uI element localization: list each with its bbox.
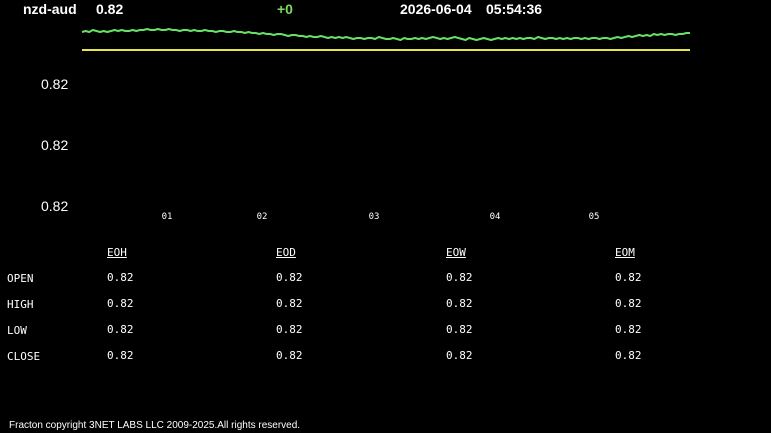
y-tick-label: 0.82 <box>41 198 69 214</box>
row-label-high: HIGH <box>7 298 34 311</box>
column-header-eow: EOW <box>446 246 466 259</box>
x-tick-label: 03 <box>368 212 380 222</box>
table-cell: 0.82 <box>446 271 473 284</box>
table-cell: 0.82 <box>107 271 134 284</box>
table-cell: 0.82 <box>276 323 303 336</box>
column-header-eoh: EOH <box>107 246 127 259</box>
table-cell: 0.82 <box>107 297 134 310</box>
table-cell: 0.82 <box>615 349 642 362</box>
table-cell: 0.82 <box>615 271 642 284</box>
column-header-eom: EOM <box>615 246 635 259</box>
x-tick-label: 02 <box>256 212 268 222</box>
x-tick-label: 01 <box>161 212 173 222</box>
x-tick-label: 04 <box>489 212 501 222</box>
table-cell: 0.82 <box>615 323 642 336</box>
table-cell: 0.82 <box>446 297 473 310</box>
price-chart <box>81 28 690 51</box>
ticker-screen: nzd-aud 0.82 +0 2026-06-04 05:54:36 0.82… <box>0 0 771 433</box>
table-cell: 0.82 <box>446 349 473 362</box>
y-tick-label: 0.82 <box>41 76 69 92</box>
price-series-line <box>81 28 690 41</box>
table-cell: 0.82 <box>276 271 303 284</box>
table-cell: 0.82 <box>107 349 134 362</box>
row-label-close: CLOSE <box>7 350 41 363</box>
row-label-low: LOW <box>7 324 27 337</box>
x-tick-label: 05 <box>588 212 600 222</box>
copyright-footer: Fracton copyright 3NET LABS LLC 2009-202… <box>9 420 301 431</box>
table-cell: 0.82 <box>276 297 303 310</box>
row-label-open: OPEN <box>7 272 34 285</box>
y-tick-label: 0.82 <box>41 137 69 153</box>
table-cell: 0.82 <box>615 297 642 310</box>
column-header-eod: EOD <box>276 246 296 259</box>
table-cell: 0.82 <box>276 349 303 362</box>
table-cell: 0.82 <box>446 323 473 336</box>
table-cell: 0.82 <box>107 323 134 336</box>
